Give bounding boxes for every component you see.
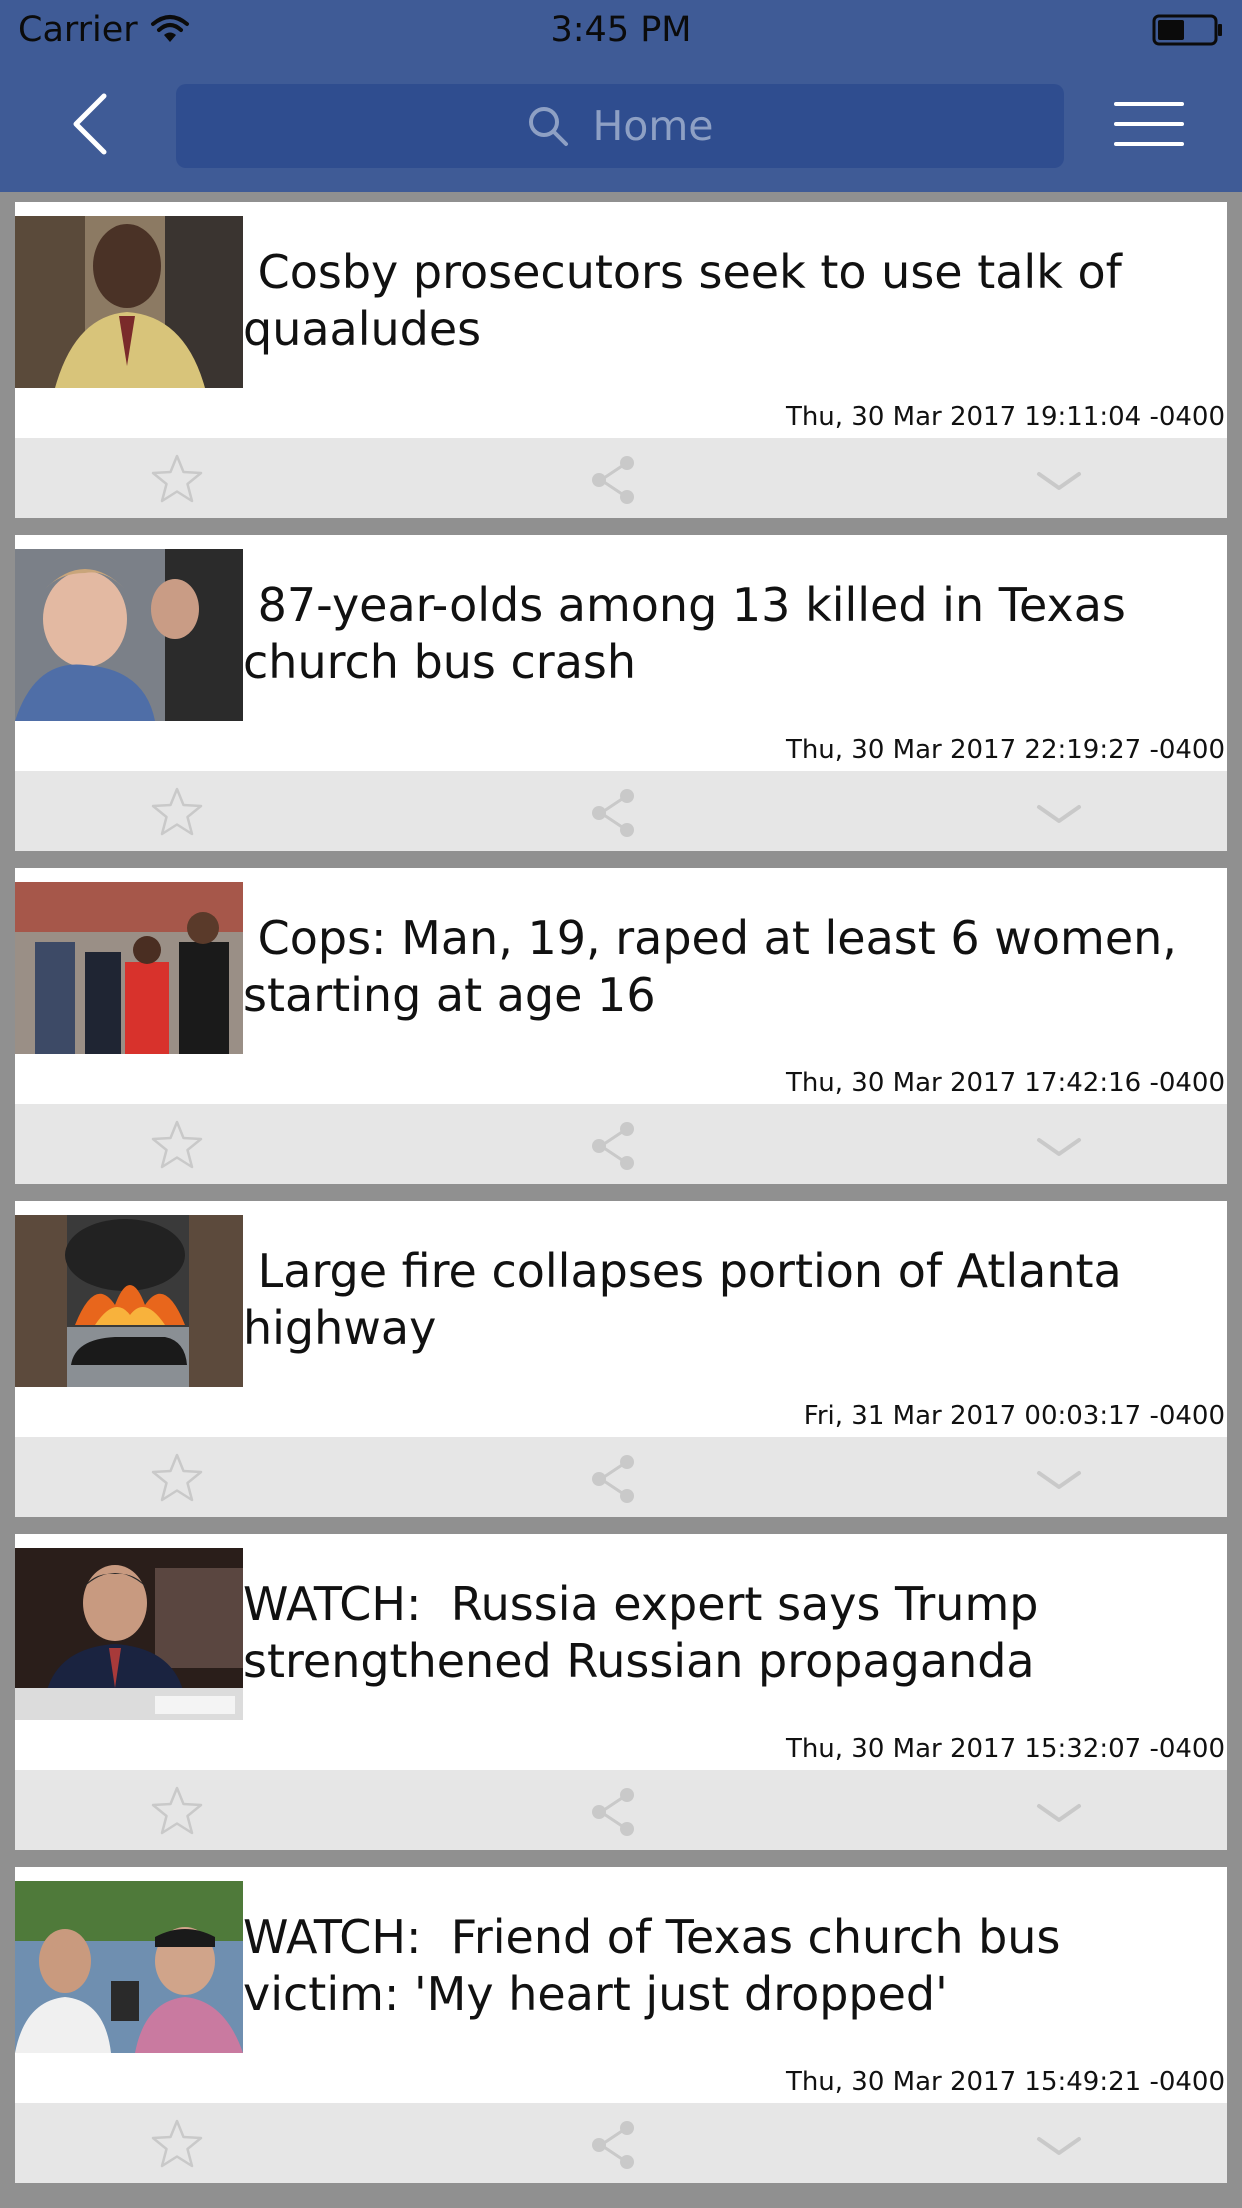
- article-thumbnail: [15, 1881, 243, 2053]
- share-icon[interactable]: [583, 1116, 643, 1176]
- article-action-bar: [15, 1104, 1227, 1184]
- article-timestamp: Thu, 30 Mar 2017 17:42:16 -0400: [785, 1068, 1225, 1098]
- chevron-down-icon[interactable]: [1029, 783, 1089, 843]
- status-time: 3:45 PM: [550, 10, 692, 50]
- article-card[interactable]: WATCH: Friend of Texas church bus victim…: [15, 1867, 1227, 2183]
- status-bar: Carrier 3:45 PM: [0, 0, 1242, 62]
- article-card[interactable]: 87-year-olds among 13 killed in Texas ch…: [15, 535, 1227, 851]
- star-icon[interactable]: [147, 450, 207, 510]
- article-card[interactable]: Cops: Man, 19, raped at least 6 women, s…: [15, 868, 1227, 1184]
- article-thumbnail: [15, 882, 243, 1054]
- article-title[interactable]: 87-year-olds among 13 killed in Texas ch…: [243, 577, 1203, 691]
- article-thumbnail: [15, 1215, 243, 1387]
- article-timestamp: Thu, 30 Mar 2017 15:49:21 -0400: [785, 2067, 1225, 2097]
- back-chevron-icon[interactable]: [60, 88, 120, 160]
- chevron-down-icon[interactable]: [1029, 1116, 1089, 1176]
- article-timestamp: Thu, 30 Mar 2017 22:19:27 -0400: [785, 735, 1225, 765]
- article-title[interactable]: WATCH: Friend of Texas church bus victim…: [243, 1909, 1203, 2023]
- share-icon[interactable]: [583, 783, 643, 843]
- star-icon[interactable]: [147, 1116, 207, 1176]
- article-thumbnail: [15, 1548, 243, 1720]
- article-card[interactable]: WATCH: Russia expert says Trump strength…: [15, 1534, 1227, 1850]
- search-icon: [529, 107, 569, 146]
- article-title[interactable]: Cosby prosecutors seek to use talk of qu…: [243, 244, 1203, 358]
- star-icon[interactable]: [147, 2115, 207, 2175]
- chevron-down-icon[interactable]: [1029, 1782, 1089, 1842]
- share-icon[interactable]: [583, 1782, 643, 1842]
- article-action-bar: [15, 771, 1227, 851]
- article-thumbnail: [15, 549, 243, 721]
- share-icon[interactable]: [583, 1449, 643, 1509]
- chevron-down-icon[interactable]: [1029, 2115, 1089, 2175]
- article-action-bar: [15, 1437, 1227, 1517]
- article-action-bar: [15, 2103, 1227, 2183]
- news-feed: Cosby prosecutors seek to use talk of qu…: [15, 202, 1227, 2200]
- share-icon[interactable]: [583, 2115, 643, 2175]
- chevron-down-icon[interactable]: [1029, 1449, 1089, 1509]
- article-title[interactable]: Cops: Man, 19, raped at least 6 women, s…: [243, 910, 1203, 1024]
- chevron-down-icon[interactable]: [1029, 450, 1089, 510]
- search-placeholder: Home: [592, 102, 714, 150]
- battery-icon: [1152, 14, 1222, 46]
- hamburger-menu-icon[interactable]: [1114, 98, 1184, 150]
- article-title[interactable]: WATCH: Russia expert says Trump strength…: [243, 1576, 1203, 1690]
- star-icon[interactable]: [147, 1782, 207, 1842]
- article-timestamp: Fri, 31 Mar 2017 00:03:17 -0400: [803, 1401, 1225, 1431]
- article-card[interactable]: Cosby prosecutors seek to use talk of qu…: [15, 202, 1227, 518]
- search-input[interactable]: Home: [176, 84, 1064, 168]
- article-title[interactable]: Large fire collapses portion of Atlanta …: [243, 1243, 1203, 1357]
- article-action-bar: [15, 438, 1227, 518]
- article-card[interactable]: Large fire collapses portion of Atlanta …: [15, 1201, 1227, 1517]
- article-timestamp: Thu, 30 Mar 2017 15:32:07 -0400: [785, 1734, 1225, 1764]
- article-thumbnail: [15, 216, 243, 388]
- nav-bar: Home: [0, 62, 1242, 192]
- share-icon[interactable]: [583, 450, 643, 510]
- article-timestamp: Thu, 30 Mar 2017 19:11:04 -0400: [785, 402, 1225, 432]
- star-icon[interactable]: [147, 783, 207, 843]
- article-action-bar: [15, 1770, 1227, 1850]
- star-icon[interactable]: [147, 1449, 207, 1509]
